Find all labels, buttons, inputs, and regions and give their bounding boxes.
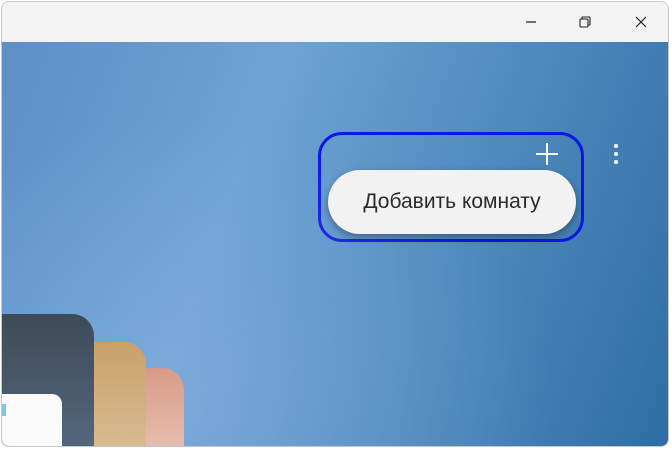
more-options-button[interactable]	[604, 140, 628, 168]
add-button[interactable]	[532, 140, 562, 168]
app-window: Добавить комнату	[1, 1, 669, 447]
title-bar	[2, 2, 668, 42]
add-room-button[interactable]: Добавить комнату	[328, 170, 576, 234]
restore-button[interactable]	[558, 2, 612, 42]
close-button[interactable]	[614, 2, 668, 42]
restore-icon	[579, 16, 591, 28]
main-content: Добавить комнату	[2, 42, 668, 446]
more-vertical-icon	[614, 144, 618, 164]
card-accent	[2, 404, 6, 416]
add-room-label: Добавить комнату	[363, 190, 541, 213]
close-icon	[635, 16, 647, 28]
room-card-preview[interactable]	[2, 394, 62, 446]
minimize-button[interactable]	[504, 2, 558, 42]
plus-icon	[536, 143, 558, 165]
minimize-icon	[526, 21, 536, 23]
